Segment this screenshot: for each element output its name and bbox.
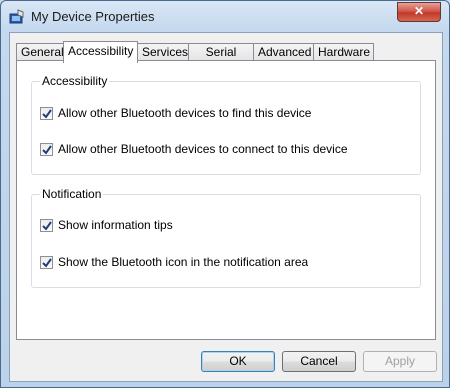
properties-window: My Device Properties ✕ General Accessibi… [0,0,450,388]
tab-advanced[interactable]: Advanced [253,43,314,61]
title-bar[interactable]: My Device Properties ✕ [1,1,449,33]
apply-button[interactable]: Apply [363,351,437,372]
information-tips-option[interactable]: Show information tips [40,218,173,232]
window-title: My Device Properties [31,9,155,24]
accessibility-group: Accessibility Allow other Bluetooth devi… [31,74,421,175]
tab-general[interactable]: General [16,43,64,61]
notification-icon-label: Show the Bluetooth icon in the notificat… [58,255,309,269]
checkmark-icon [42,108,52,119]
tab-panel-accessibility: Accessibility Allow other Bluetooth devi… [16,60,436,340]
information-tips-checkbox[interactable] [40,218,53,232]
connect-device-checkbox[interactable] [40,142,53,156]
close-button[interactable]: ✕ [397,2,441,22]
cancel-button[interactable]: Cancel [282,351,356,372]
tab-serial-ports[interactable]: Serial Ports [188,43,254,76]
notification-group-title: Notification [40,187,104,201]
find-device-label: Allow other Bluetooth devices to find th… [58,106,312,120]
find-device-option[interactable]: Allow other Bluetooth devices to find th… [40,106,311,120]
checkmark-icon [42,144,52,155]
dialog-client-area: General Accessibility Services Serial Po… [9,32,443,382]
bluetooth-device-icon [9,9,25,25]
notification-group: Notification Show information tips Show … [31,187,421,288]
notification-icon-checkbox[interactable] [40,255,53,269]
ok-button[interactable]: OK [201,351,275,372]
checkmark-icon [42,257,52,268]
connect-device-option[interactable]: Allow other Bluetooth devices to connect… [40,142,348,156]
checkmark-icon [42,220,52,231]
find-device-checkbox[interactable] [40,106,53,120]
tab-accessibility[interactable]: Accessibility [63,41,138,63]
accessibility-group-title: Accessibility [40,74,110,88]
close-icon: ✕ [413,4,425,18]
tab-services[interactable]: Services [137,43,189,61]
notification-icon-option[interactable]: Show the Bluetooth icon in the notificat… [40,255,308,269]
tab-hardware[interactable]: Hardware [313,43,374,61]
information-tips-label: Show information tips [58,218,173,232]
connect-device-label: Allow other Bluetooth devices to connect… [58,142,348,156]
